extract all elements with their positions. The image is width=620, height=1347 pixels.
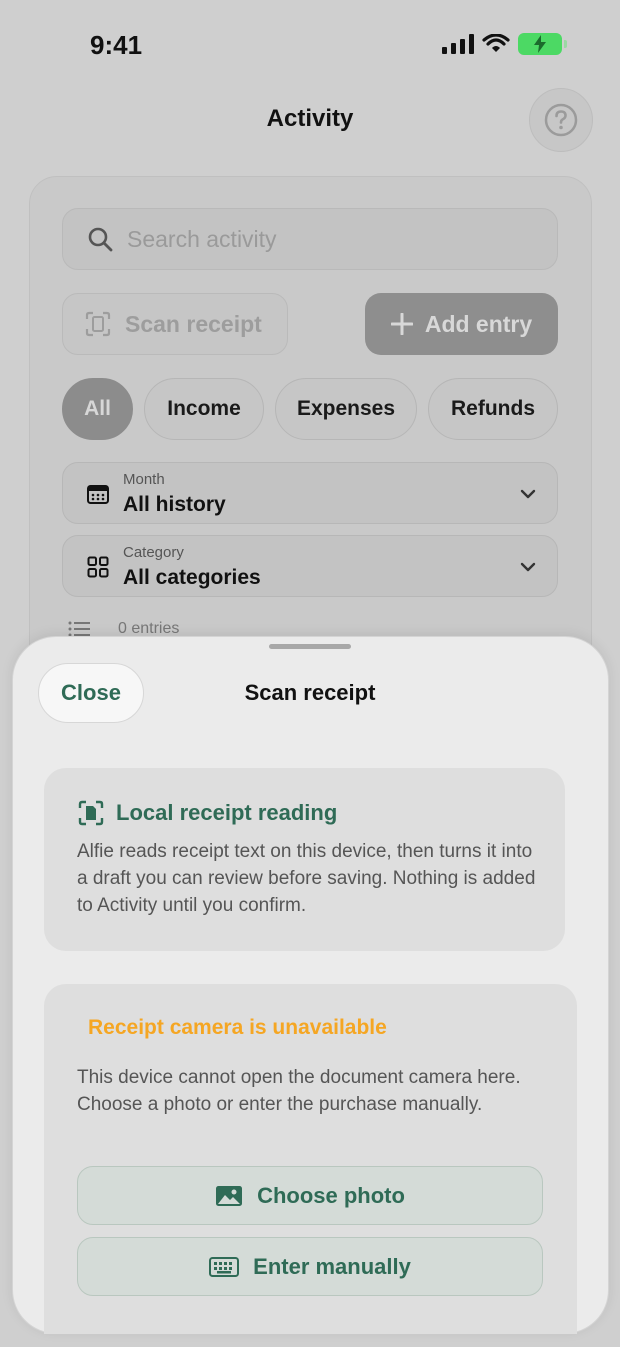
status-bar: 9:41 xyxy=(0,0,620,90)
search-input[interactable]: Search activity xyxy=(62,208,558,270)
battery-charging-icon xyxy=(518,33,567,55)
info-body: Alfie reads receipt text on this device,… xyxy=(77,841,536,916)
month-label: Month xyxy=(123,471,165,488)
info-heading: Local receipt reading xyxy=(78,800,337,826)
help-button[interactable] xyxy=(529,88,593,152)
sheet-title: Scan receipt xyxy=(244,680,376,705)
filter-chip-label: Income xyxy=(167,397,241,420)
month-dropdown[interactable]: Month All history xyxy=(62,462,558,524)
choose-photo-label: Choose photo xyxy=(257,1182,405,1208)
category-label: Category xyxy=(123,544,184,561)
grid-icon xyxy=(87,556,109,578)
filter-chip-label: All xyxy=(84,397,111,420)
page-title: Activity xyxy=(266,105,354,132)
scan-receipt-label: Scan receipt xyxy=(125,310,262,337)
status-icons xyxy=(442,33,567,55)
calendar-icon xyxy=(87,485,109,504)
question-circle-icon xyxy=(544,103,578,137)
add-entry-button[interactable]: Add entry xyxy=(365,293,558,355)
enter-manually-button[interactable]: Enter manually xyxy=(77,1237,543,1296)
chevron-down-icon xyxy=(520,562,536,572)
status-time: 9:41 xyxy=(90,30,143,60)
photo-icon xyxy=(216,1185,243,1206)
chevron-down-icon xyxy=(520,489,536,499)
keyboard-icon xyxy=(209,1256,240,1277)
month-value: All history xyxy=(123,493,226,516)
search-icon xyxy=(88,227,113,252)
info-title: Local receipt reading xyxy=(116,800,338,825)
sheet-grabber[interactable] xyxy=(269,644,351,649)
scan-receipt-button[interactable]: Scan receipt xyxy=(62,293,288,355)
search-placeholder: Search activity xyxy=(127,225,277,252)
filter-chip-expenses[interactable]: Expenses xyxy=(275,378,417,440)
filter-chip-all[interactable]: All xyxy=(62,378,133,440)
add-entry-label: Add entry xyxy=(424,310,533,337)
category-dropdown[interactable]: Category All categories xyxy=(62,535,558,597)
filter-chip-label: Expenses xyxy=(296,397,396,420)
filter-chip-income[interactable]: Income xyxy=(144,378,264,440)
list-icon xyxy=(68,621,90,637)
receipt-scan-icon xyxy=(85,311,111,337)
enter-manually-label: Enter manually xyxy=(253,1253,411,1279)
warning-body: This device cannot open the document cam… xyxy=(77,1067,521,1115)
filter-chip-refunds[interactable]: Refunds xyxy=(428,378,558,440)
plus-icon xyxy=(390,313,413,335)
receipt-scan-icon xyxy=(78,800,104,826)
choose-photo-button[interactable]: Choose photo xyxy=(77,1166,543,1225)
wifi-icon xyxy=(482,34,510,52)
category-value: All categories xyxy=(123,566,261,589)
filter-chip-label: Refunds xyxy=(451,397,535,420)
warning-title: Receipt camera is unavailable xyxy=(88,1016,387,1039)
cellular-signal-icon xyxy=(442,34,474,54)
